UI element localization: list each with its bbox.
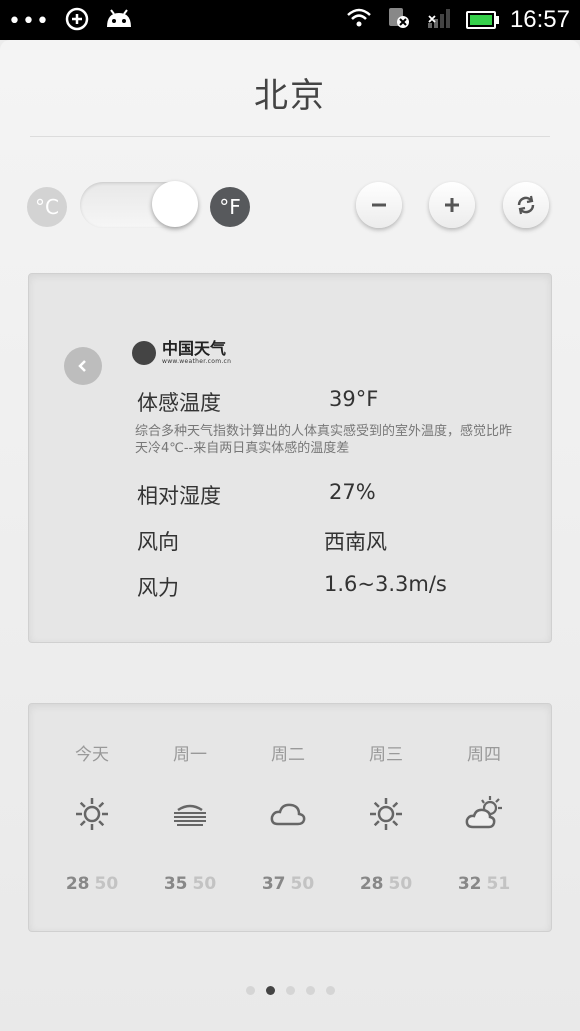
forecast-day-label: 周三 [369,745,403,765]
refresh-icon [517,195,535,215]
previous-button[interactable] [64,347,102,385]
weather-logo: 中国天气 www.weather.com.cn [132,340,231,365]
forecast-high: 50 [192,874,217,894]
forecast-low: 28 [359,874,384,894]
forecast-day-label: 周一 [173,745,207,765]
forecast-high: 50 [94,874,119,894]
wind-direction-value: 西南风 [324,530,387,554]
usb-debug-icon [64,6,90,36]
haze-icon [174,804,206,826]
wind-force-value: 1.6~3.3m/s [324,572,447,596]
forecast-card: 今天 28 50 周一 35 50 周二 37 50 周三 28 50 周四 3… [28,703,552,932]
forecast-day-label: 周四 [467,745,501,765]
notification-dots: ••• [8,8,50,34]
sim-error-icon [386,6,412,34]
wifi-icon [346,7,372,33]
android-icon [104,7,134,35]
forecast-low: 35 [163,874,188,894]
weather-page: 北京 °C °F 中国天气 www.weather.com.cn 体感温度 39… [0,40,580,1031]
forecast-low: 28 [65,874,90,894]
feels-like-description: 综合多种天气指数计算出的人体真实感受到的室外温度，感觉比昨天冷4℃--来自两日真… [135,424,513,456]
page-indicator [0,986,580,995]
forecast-low: 37 [261,874,286,894]
status-bar: ••• 16:57 [0,0,580,40]
forecast-high: 50 [290,874,315,894]
forecast-low: 32 [457,874,482,894]
forecast-day-label: 周二 [271,745,305,765]
logo-url: www.weather.com.cn [162,358,232,365]
sunny-icon [76,798,108,830]
humidity-label: 相对湿度 [137,484,221,508]
page-dot[interactable] [305,986,315,995]
page-title: 北京 [254,76,326,116]
logo-name: 中国天气 [162,339,227,358]
partly-cloudy-icon [465,796,502,829]
feels-like-label: 体感温度 [137,391,221,415]
page-dot[interactable] [245,986,255,995]
battery-icon [465,11,499,29]
humidity-value: 27% [329,480,376,504]
wind-direction-label: 风向 [137,530,179,554]
forecast-day-label: 今天 [75,745,109,765]
page-dot-active[interactable] [265,986,275,995]
feels-like-value: 39°F [329,387,379,411]
weather-logo-icon [132,340,156,365]
forecast-high: 50 [388,874,413,894]
fahrenheit-label[interactable]: °F [210,187,250,227]
minus-icon [372,203,386,207]
forecast-high: 51 [486,874,511,894]
clock: 16:57 [509,6,570,33]
chevron-left-icon [78,360,86,372]
zoom-in-button[interactable] [429,182,475,228]
signal-icon [426,7,452,33]
sunny-icon [370,798,402,830]
plus-icon [445,198,459,212]
cloudy-icon [270,803,306,826]
celsius-label[interactable]: °C [27,187,67,227]
wind-force-label: 风力 [137,576,179,600]
page-dot[interactable] [325,986,335,995]
zoom-out-button[interactable] [356,182,402,228]
page-dot[interactable] [285,986,295,995]
weather-detail-card: 中国天气 www.weather.com.cn 体感温度 39°F 综合多种天气… [28,273,552,643]
divider [30,136,550,137]
toggle-knob[interactable] [152,181,198,227]
refresh-button[interactable] [503,182,549,228]
unit-toggle[interactable] [80,181,198,228]
